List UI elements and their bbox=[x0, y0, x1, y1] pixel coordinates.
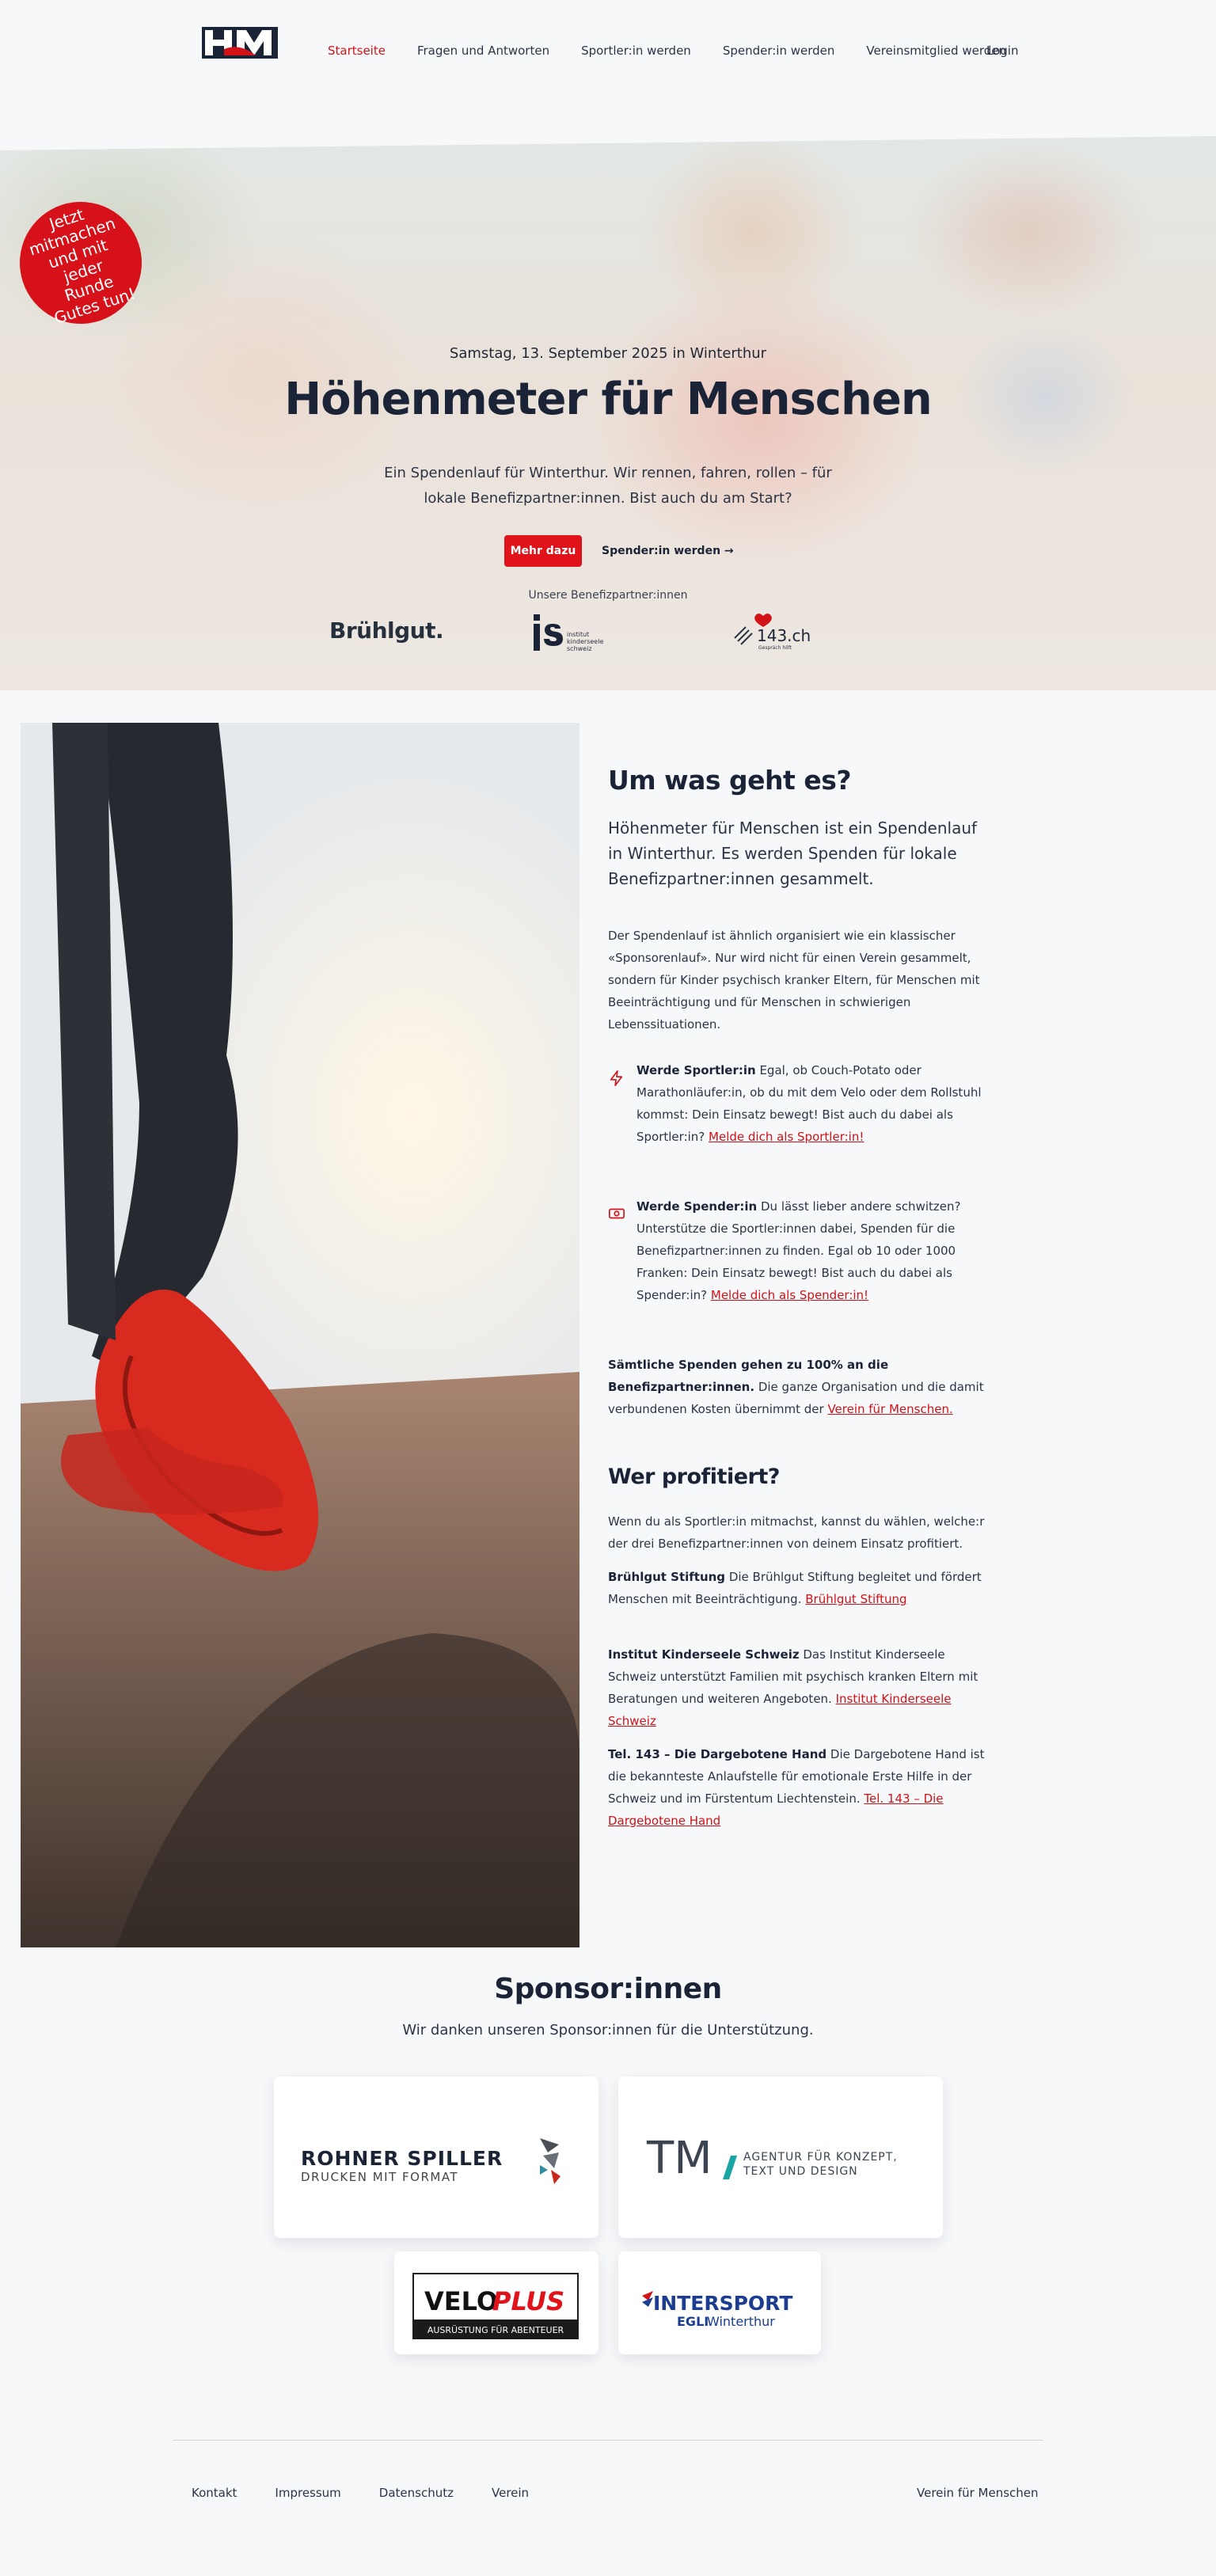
svg-text:PLUS: PLUS bbox=[492, 2286, 564, 2316]
lightning-icon bbox=[610, 1070, 623, 1086]
more-info-button[interactable]: Mehr dazu bbox=[504, 535, 582, 567]
veloplus-logo: VELO PLUS AUSRÜSTUNG FÜR ABENTEUER bbox=[412, 2273, 579, 2339]
nav-item-startseite[interactable]: Startseite bbox=[328, 44, 386, 58]
svg-text:institut: institut bbox=[567, 631, 589, 638]
sponsor-card-intersport[interactable]: INTERSPORT EGLI Winterthur bbox=[618, 2251, 821, 2354]
footer-divider bbox=[173, 2440, 1043, 2441]
footer-link-impressum[interactable]: Impressum bbox=[275, 2486, 340, 2500]
svg-text:TM: TM bbox=[646, 2133, 712, 2184]
login-link[interactable]: Login bbox=[986, 44, 1018, 58]
about-intro: Der Spendenlauf ist ähnlich organisiert … bbox=[608, 929, 980, 1032]
nav-item-spender[interactable]: Spender:in werden bbox=[723, 44, 835, 58]
nav-item-sportler[interactable]: Sportler:in werden bbox=[581, 44, 691, 58]
footer-link-kontakt[interactable]: Kontakt bbox=[192, 2486, 237, 2500]
footer-association-link[interactable]: Verein für Menschen bbox=[917, 2486, 1039, 2500]
svg-text:AGENTUR FÜR KONZEPT,: AGENTUR FÜR KONZEPT, bbox=[743, 2149, 898, 2164]
svg-text:schweiz: schweiz bbox=[567, 645, 592, 652]
beneficiaries-heading: Wer profitiert? bbox=[608, 1465, 780, 1489]
svg-text:AUSRÜSTUNG FÜR ABENTEUER: AUSRÜSTUNG FÜR ABENTEUER bbox=[428, 2325, 564, 2335]
beneficiaries-intro: Wenn du als Sportler:in mitmachst, kanns… bbox=[608, 1514, 985, 1551]
svg-text:DRUCKEN MIT FORMAT: DRUCKEN MIT FORMAT bbox=[301, 2170, 458, 2184]
beneficiary-143: Tel. 143 – Die Dargebotene Hand Die Darg… bbox=[608, 1747, 985, 1828]
footer-link-datenschutz[interactable]: Datenschutz bbox=[379, 2486, 454, 2500]
footer-nav: Kontakt Impressum Datenschutz Verein bbox=[192, 2486, 567, 2500]
about-heading: Um was geht es? bbox=[608, 765, 851, 796]
svg-text:INTERSPORT: INTERSPORT bbox=[653, 2292, 792, 2315]
beneficiary-bruhlgut: Brühlgut Stiftung Die Brühlgut Stiftung … bbox=[608, 1570, 982, 1606]
page-title: Höhenmeter für Menschen bbox=[284, 374, 932, 425]
sponsor-card-tm[interactable]: TM AGENTUR FÜR KONZEPT, TEXT UND DESIGN bbox=[618, 2076, 943, 2238]
rohner-spiller-logo: ROHNER SPILLER DRUCKEN MIT FORMAT bbox=[301, 2138, 560, 2184]
nav-item-faq[interactable]: Fragen und Antworten bbox=[417, 44, 549, 58]
main-nav: Startseite Fragen und Antworten Sportler… bbox=[328, 44, 1038, 58]
association-link[interactable]: Verein für Menschen. bbox=[827, 1402, 952, 1416]
about-section: Um was geht es? Höhenmeter für Menschen … bbox=[0, 690, 1216, 1957]
site-header: Startseite Fragen und Antworten Sportler… bbox=[0, 0, 1216, 142]
about-lead: Höhenmeter für Menschen ist ein Spendenl… bbox=[608, 819, 978, 888]
money-icon bbox=[609, 1208, 625, 1219]
partner-logo-kinderseele[interactable]: institut kinderseele schweiz bbox=[532, 610, 627, 654]
become-donor-link[interactable]: Spender:in werden → bbox=[602, 545, 734, 557]
tm-agentur-logo: TM AGENTUR FÜR KONZEPT, TEXT UND DESIGN bbox=[646, 2133, 898, 2184]
register-donor-link[interactable]: Melde dich als Spender:in! bbox=[711, 1288, 868, 1302]
intersport-logo: INTERSPORT EGLI Winterthur bbox=[642, 2291, 792, 2329]
svg-text:Winterthur: Winterthur bbox=[707, 2314, 775, 2329]
sponsor-card-rohner-spiller[interactable]: ROHNER SPILLER DRUCKEN MIT FORMAT bbox=[274, 2076, 598, 2238]
svg-text:143.ch: 143.ch bbox=[757, 626, 811, 645]
svg-text:ROHNER SPILLER: ROHNER SPILLER bbox=[301, 2147, 503, 2170]
event-date: Samstag, 13. September 2025 in Winterthu… bbox=[449, 345, 767, 362]
sponsors-section: Sponsor:innen Wir danken unseren Sponsor… bbox=[0, 1957, 1216, 2440]
svg-text:kinderseele: kinderseele bbox=[567, 638, 603, 645]
partners-label: Unsere Benefizpartner:innen bbox=[528, 589, 688, 602]
partner-logo-bruhlgut[interactable]: Brühlgut. bbox=[329, 617, 444, 644]
feature-spender: Werde Spender:in Du lässt lieber andere … bbox=[636, 1199, 961, 1302]
partner-logo-143[interactable]: 143.ch Gespräch hilft bbox=[732, 611, 811, 651]
donation-note: Sämtliche Spenden gehen zu 100% an die B… bbox=[608, 1358, 984, 1416]
nav-item-vereinsmitglied[interactable]: Vereinsmitglied werden bbox=[866, 44, 1006, 58]
register-athlete-link[interactable]: Melde dich als Sportler:in! bbox=[709, 1130, 864, 1144]
hero-subtitle: Ein Spendenlauf für Winterthur. Wir renn… bbox=[384, 465, 832, 507]
runner-shoe-image bbox=[21, 723, 580, 1947]
site-footer: Kontakt Impressum Datenschutz Verein Ver… bbox=[0, 2440, 1216, 2533]
beneficiary-kinderseele: Institut Kinderseele Schweiz Das Institu… bbox=[608, 1647, 978, 1728]
sponsors-heading: Sponsor:innen bbox=[494, 1973, 722, 2005]
hero-section: Jetzt mitmachen und mit jeder Runde Gute… bbox=[0, 136, 1216, 690]
svg-text:Gespräch hilft: Gespräch hilft bbox=[758, 645, 792, 651]
sponsor-card-veloplus[interactable]: VELO PLUS AUSRÜSTUNG FÜR ABENTEUER bbox=[394, 2251, 598, 2354]
svg-text:EGLI: EGLI bbox=[677, 2314, 709, 2329]
footer-link-verein[interactable]: Verein bbox=[492, 2486, 529, 2500]
svg-text:TEXT UND DESIGN: TEXT UND DESIGN bbox=[743, 2165, 858, 2178]
feature-sportler: Werde Sportler:in Egal, ob Couch-Potato … bbox=[636, 1063, 982, 1144]
bruhlgut-link[interactable]: Brühlgut Stiftung bbox=[805, 1592, 906, 1606]
svg-text:VELO: VELO bbox=[424, 2286, 498, 2316]
site-logo[interactable] bbox=[202, 25, 278, 62]
sponsors-subtitle: Wir danken unseren Sponsor:innen für die… bbox=[402, 2022, 814, 2038]
